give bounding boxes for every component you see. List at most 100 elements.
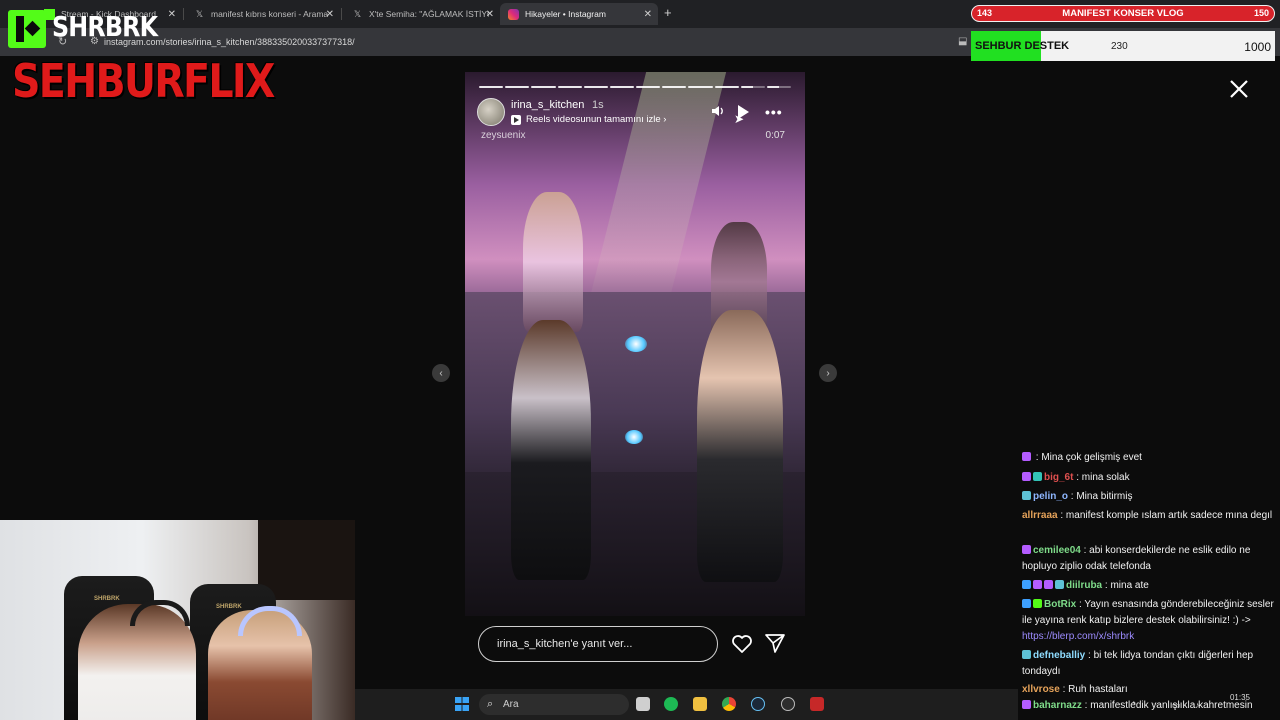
performer: [697, 310, 783, 582]
story-progress-segment: [531, 86, 556, 88]
story-progress-segment: [636, 86, 661, 88]
brand-logo: SHRBRK: [52, 10, 158, 43]
chat-username[interactable]: diilruba: [1066, 580, 1102, 591]
reply-input[interactable]: irina_s_kitchen'e yanıt ver...: [478, 626, 718, 662]
story-handle: zeysuenix: [481, 130, 526, 141]
system-tray: ⌃ ◌ ▭ ♪ 01:35: [1120, 692, 1280, 720]
windows-start-icon[interactable]: [455, 697, 469, 711]
chat-badge-icon: [1033, 472, 1042, 481]
screen: Stream - Kick Dashboard ✕ 𝕏 manifest kıb…: [0, 0, 1280, 720]
chat-username[interactable]: defneballiy: [1033, 650, 1085, 661]
steam-icon[interactable]: [751, 697, 765, 711]
chat-message: : Mina çok gelişmiş evet: [1022, 452, 1278, 466]
story-progress-segment: [662, 86, 687, 88]
story-progress-segment: [740, 86, 765, 88]
story-viewer[interactable]: irina_s_kitchen 1s Reels videosunun tama…: [465, 72, 805, 616]
chat-badge-icon: [1022, 599, 1031, 608]
next-story-button[interactable]: ›: [819, 364, 837, 382]
chat-text: : Mina bitirmiş: [1068, 491, 1133, 502]
chrome-icon[interactable]: [722, 697, 736, 711]
chair-logo: SHRBRK: [216, 604, 242, 610]
new-tab-button[interactable]: +: [664, 5, 672, 20]
volume-icon[interactable]: [711, 104, 725, 118]
chat-link[interactable]: https://blerp.com/x/shrbrk: [1022, 631, 1134, 642]
install-icon[interactable]: ⬓: [958, 36, 967, 47]
sehburflix-logo: SEHBURFLIX: [12, 54, 275, 108]
clock: 01:35: [1229, 693, 1250, 702]
send-icon[interactable]: [764, 632, 786, 654]
video-timestamp: 0:07: [765, 130, 785, 141]
chat-message: diilruba : mina ate: [1022, 578, 1278, 594]
vlog-goal-bar: 143 MANIFEST KONSER VLOG 150: [971, 5, 1275, 22]
story-progress: [479, 86, 792, 88]
webcam-feed: SHRBRK SHRBRK: [0, 520, 355, 720]
story-username[interactable]: irina_s_kitchen: [511, 99, 584, 111]
story-progress-segment: [479, 86, 504, 88]
chat-badge-icon: [1022, 472, 1031, 481]
close-tab-icon[interactable]: ✕: [326, 9, 334, 20]
avatar[interactable]: [477, 98, 505, 126]
chat-panel: : Mina çok gelişmiş evet big_6t : mina so…: [1018, 452, 1280, 720]
spotlight: [625, 336, 647, 352]
taskbar-search-label: Ara: [503, 699, 519, 710]
instagram-icon: [508, 8, 519, 20]
chat-username[interactable]: baharnazz: [1033, 700, 1082, 711]
vlog-right-count: 150: [1253, 8, 1269, 18]
story-progress-segment: [609, 86, 635, 88]
heart-icon[interactable]: [730, 632, 754, 656]
more-options-icon[interactable]: •••: [765, 104, 783, 120]
chair-logo: SHRBRK: [94, 596, 120, 602]
chat-badge-icon: [1022, 580, 1031, 589]
x-icon: 𝕏: [195, 8, 204, 19]
app-icon[interactable]: [781, 697, 795, 711]
tab-instagram[interactable]: Hikayeler • Instagram ✕: [500, 3, 658, 25]
tab-title: Hikayeler • Instagram: [525, 9, 606, 19]
chat-message: cemilee04 : abi konserdekilerde ne eslik…: [1022, 543, 1278, 575]
x-icon: 𝕏: [353, 8, 362, 19]
file-icon[interactable]: [636, 697, 650, 711]
chat-badge-icon: [1033, 599, 1042, 608]
background-shelf: [258, 520, 355, 600]
chat-badge-icon: [1033, 580, 1042, 589]
story-progress-segment: [505, 86, 530, 88]
reels-icon: [511, 115, 521, 125]
spotify-icon[interactable]: [664, 697, 678, 711]
spotlight: [625, 430, 643, 444]
chat-message: BotRix : Yayın esnasında gönderebileceği…: [1022, 597, 1278, 645]
chat-username[interactable]: cemilee04: [1033, 545, 1081, 556]
previous-story-button[interactable]: ‹: [432, 364, 450, 382]
chat-message: allrraaa : manifest komple ıslam artık s…: [1022, 508, 1278, 524]
close-icon[interactable]: [1228, 78, 1250, 100]
support-current: 230: [1111, 41, 1128, 52]
chat-badge-icon: [1055, 580, 1064, 589]
reels-link[interactable]: Reels videosunun tamamını izle ›: [526, 114, 666, 125]
close-tab-icon[interactable]: ✕: [644, 9, 652, 20]
tab-title: X'te Semiha: "AĞLAMAK İSTİYO: [369, 9, 489, 19]
tab-separator: [341, 8, 342, 20]
folder-icon[interactable]: [693, 697, 707, 711]
vlog-title: MANIFEST KONSER VLOG: [1062, 8, 1184, 19]
story-progress-segment: [714, 86, 739, 88]
chat-username[interactable]: allrraaa: [1022, 510, 1058, 521]
chat-username[interactable]: pelin_o: [1033, 491, 1068, 502]
taskbar: ⌕ Ara: [355, 689, 1018, 720]
chat-username[interactable]: big_6t: [1044, 472, 1073, 483]
tray-icons[interactable]: ⌃ ◌ ▭ ♪: [1130, 700, 1205, 711]
taskbar-search[interactable]: ⌕ Ara: [479, 694, 629, 715]
chat-text: : mina ate: [1102, 580, 1149, 591]
close-tab-icon[interactable]: ✕: [168, 9, 176, 20]
chat-badge-icon: [1022, 452, 1031, 461]
chat-username[interactable]: BotRix: [1044, 599, 1076, 610]
tab-x-post[interactable]: 𝕏 X'te Semiha: "AĞLAMAK İSTİYO ✕: [344, 3, 500, 25]
tab-search[interactable]: 𝕏 manifest kıbrıs konseri - Arama ✕: [186, 3, 340, 25]
performer: [511, 320, 591, 580]
news-icon[interactable]: [810, 697, 824, 711]
chat-username[interactable]: xllvrose: [1022, 684, 1060, 695]
chat-text: : Ruh hastaları: [1059, 684, 1128, 695]
chat-badge-icon: [1022, 700, 1031, 709]
kick-logo: [8, 10, 46, 48]
tab-title: manifest kıbrıs konseri - Arama: [211, 9, 329, 19]
chat-badge-icon: [1022, 650, 1031, 659]
close-tab-icon[interactable]: ✕: [486, 9, 494, 20]
story-progress-segment: [557, 86, 582, 88]
